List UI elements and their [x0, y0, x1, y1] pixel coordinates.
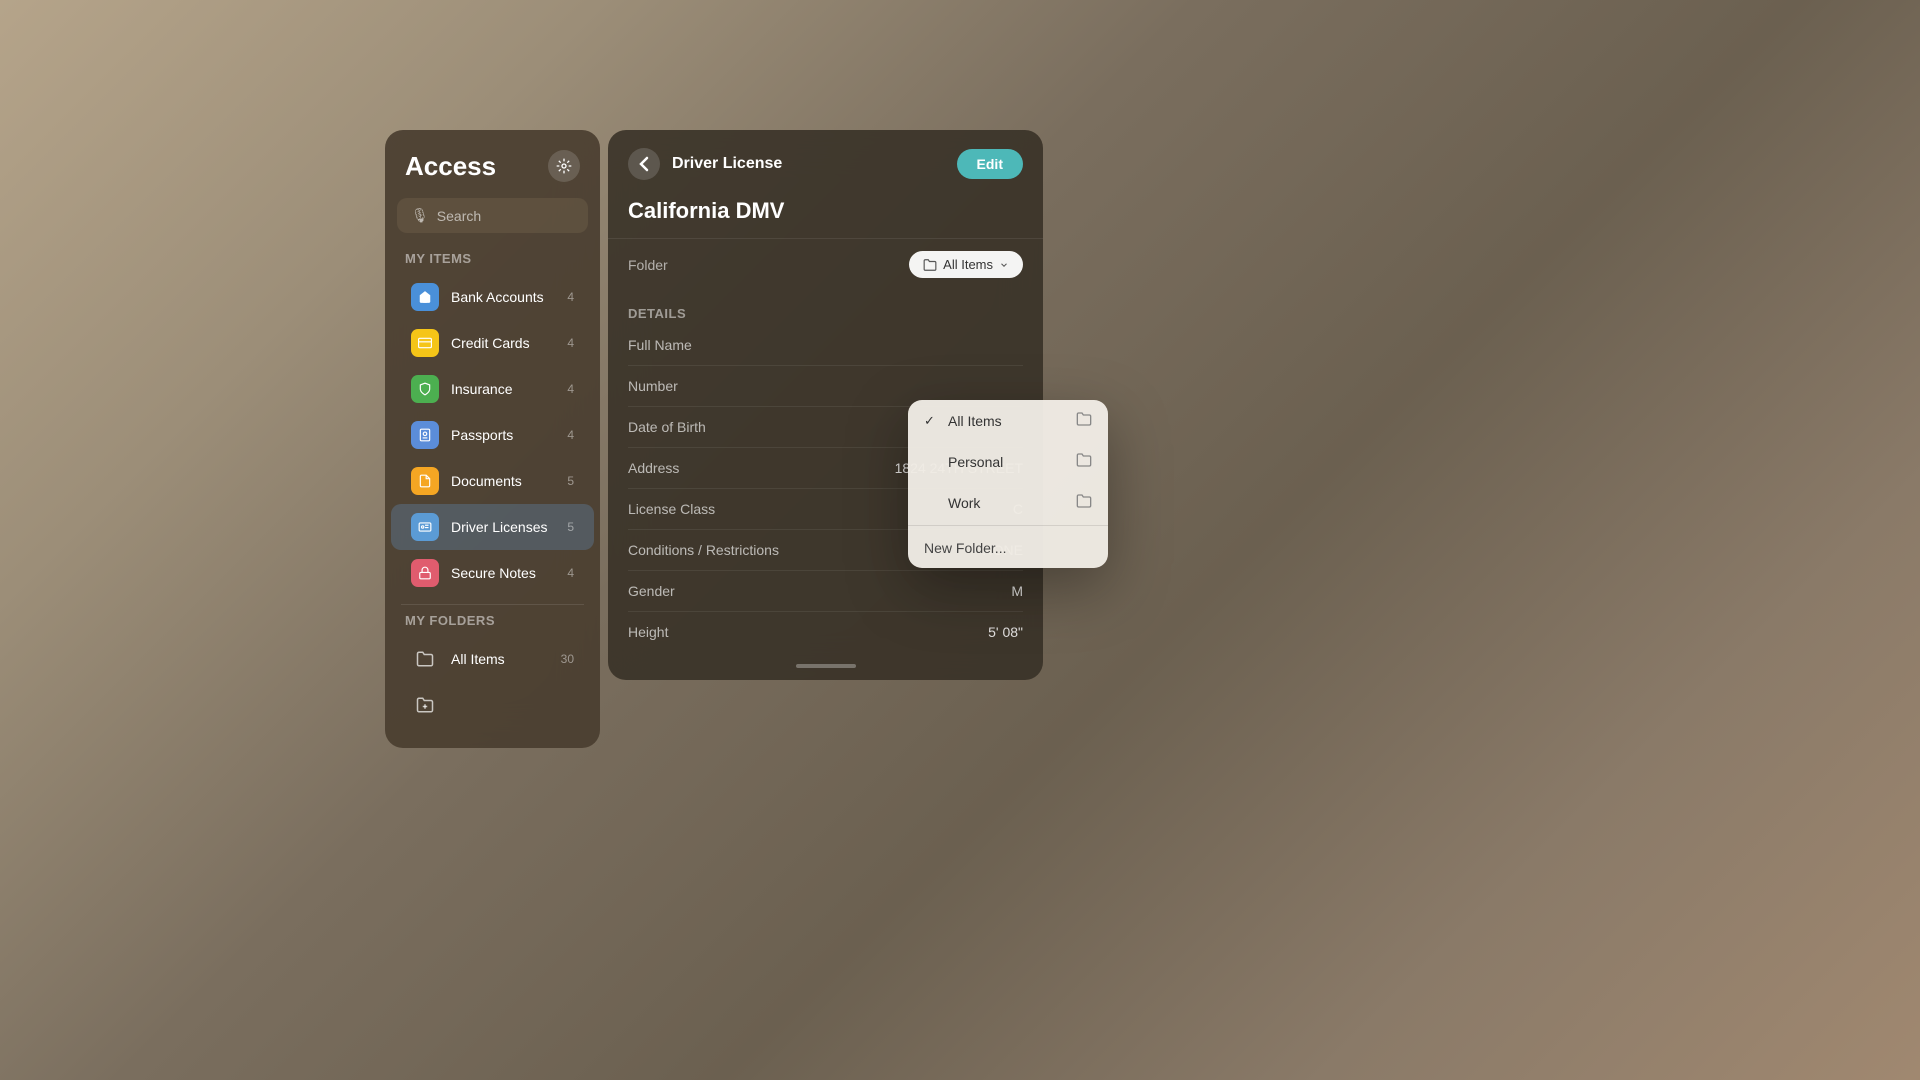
- detail-value-gender: M: [1011, 583, 1023, 599]
- microphone-icon: 🎙: [411, 207, 429, 224]
- detail-key-height: Height: [628, 624, 988, 640]
- add-folder-icon: [411, 691, 439, 719]
- driver-licenses-label: Driver Licenses: [451, 519, 555, 535]
- scroll-indicator: [796, 664, 856, 668]
- dropdown-new-folder[interactable]: New Folder...: [908, 528, 1108, 568]
- dropdown-personal-label: Personal: [948, 454, 1003, 470]
- sidebar-divider: [401, 604, 584, 605]
- detail-row-fullname: Full Name: [628, 325, 1023, 366]
- ui-wrapper: Access 🎙 Search My Items Bank Accounts 4: [385, 130, 1043, 748]
- insurance-count: 4: [567, 382, 574, 396]
- detail-key-number: Number: [628, 378, 1023, 394]
- dropdown-divider: [908, 525, 1108, 526]
- passports-icon: [411, 421, 439, 449]
- sidebar-title-row: Access: [385, 150, 600, 198]
- credit-cards-label: Credit Cards: [451, 335, 555, 351]
- sidebar-item-bank-accounts[interactable]: Bank Accounts 4: [391, 274, 594, 320]
- folder-selected-label: All Items: [943, 257, 993, 272]
- all-items-folder-count: 30: [561, 652, 574, 666]
- main-panel: Driver License Edit California DMV Folde…: [608, 130, 1043, 680]
- secure-notes-icon: [411, 559, 439, 587]
- search-placeholder: Search: [437, 208, 481, 224]
- detail-row-height: Height 5' 08": [628, 612, 1023, 652]
- settings-button[interactable]: [548, 150, 580, 182]
- search-bar[interactable]: 🎙 Search: [397, 198, 588, 233]
- dropdown-work-label: Work: [948, 495, 980, 511]
- insurance-icon: [411, 375, 439, 403]
- folder-dropdown: ✓ All Items ✓ Personal ✓ Work: [908, 400, 1108, 568]
- panel-title: Driver License: [672, 155, 782, 173]
- folder-selector-button[interactable]: All Items: [909, 251, 1023, 278]
- sidebar-item-passports[interactable]: Passports 4: [391, 412, 594, 458]
- folder-icon-personal: [1076, 453, 1092, 470]
- insurance-label: Insurance: [451, 381, 555, 397]
- app-title: Access: [405, 151, 496, 182]
- check-icon: ✓: [924, 413, 938, 429]
- driver-licenses-icon: [411, 513, 439, 541]
- secure-notes-label: Secure Notes: [451, 565, 555, 581]
- folder-icon-work: [1076, 494, 1092, 511]
- credit-cards-icon: [411, 329, 439, 357]
- dropdown-all-items-label: All Items: [948, 413, 1002, 429]
- sidebar-item-all-items-folder[interactable]: All Items 30: [391, 636, 594, 682]
- sidebar-item-secure-notes[interactable]: Secure Notes 4: [391, 550, 594, 596]
- passports-count: 4: [567, 428, 574, 442]
- folder-icon-all-items: [1076, 412, 1092, 429]
- documents-icon: [411, 467, 439, 495]
- sidebar: Access 🎙 Search My Items Bank Accounts 4: [385, 130, 600, 748]
- credit-cards-count: 4: [567, 336, 574, 350]
- sidebar-item-documents[interactable]: Documents 5: [391, 458, 594, 504]
- new-folder-label: New Folder...: [924, 540, 1006, 556]
- detail-key-address: Address: [628, 460, 895, 476]
- bank-accounts-label: Bank Accounts: [451, 289, 555, 305]
- dropdown-item-all-items[interactable]: ✓ All Items: [908, 400, 1108, 441]
- bank-accounts-icon: [411, 283, 439, 311]
- secure-notes-count: 4: [567, 566, 574, 580]
- details-section-title: Details: [628, 306, 1023, 321]
- edit-button[interactable]: Edit: [957, 149, 1023, 179]
- dropdown-item-work[interactable]: ✓ Work: [908, 482, 1108, 523]
- sidebar-item-driver-licenses[interactable]: Driver Licenses 5: [391, 504, 594, 550]
- panel-header: Driver License Edit: [608, 130, 1043, 198]
- all-items-folder-icon: [411, 645, 439, 673]
- documents-count: 5: [567, 474, 574, 488]
- passports-label: Passports: [451, 427, 555, 443]
- sidebar-item-add-folder[interactable]: [391, 682, 594, 728]
- all-items-folder-label: All Items: [451, 651, 549, 667]
- my-folders-header: My Folders: [385, 613, 600, 636]
- driver-licenses-count: 5: [567, 520, 574, 534]
- detail-value-height: 5' 08": [988, 624, 1023, 640]
- sidebar-item-credit-cards[interactable]: Credit Cards 4: [391, 320, 594, 366]
- record-name: California DMV: [608, 198, 1043, 238]
- detail-key-gender: Gender: [628, 583, 1011, 599]
- detail-row-gender: Gender M: [628, 571, 1023, 612]
- detail-key-fullname: Full Name: [628, 337, 1023, 353]
- bank-accounts-count: 4: [567, 290, 574, 304]
- sidebar-item-insurance[interactable]: Insurance 4: [391, 366, 594, 412]
- folder-label: Folder: [628, 257, 909, 273]
- my-items-header: My Items: [385, 251, 600, 274]
- back-button[interactable]: [628, 148, 660, 180]
- documents-label: Documents: [451, 473, 555, 489]
- folder-row: Folder All Items: [608, 238, 1043, 290]
- dropdown-item-personal[interactable]: ✓ Personal: [908, 441, 1108, 482]
